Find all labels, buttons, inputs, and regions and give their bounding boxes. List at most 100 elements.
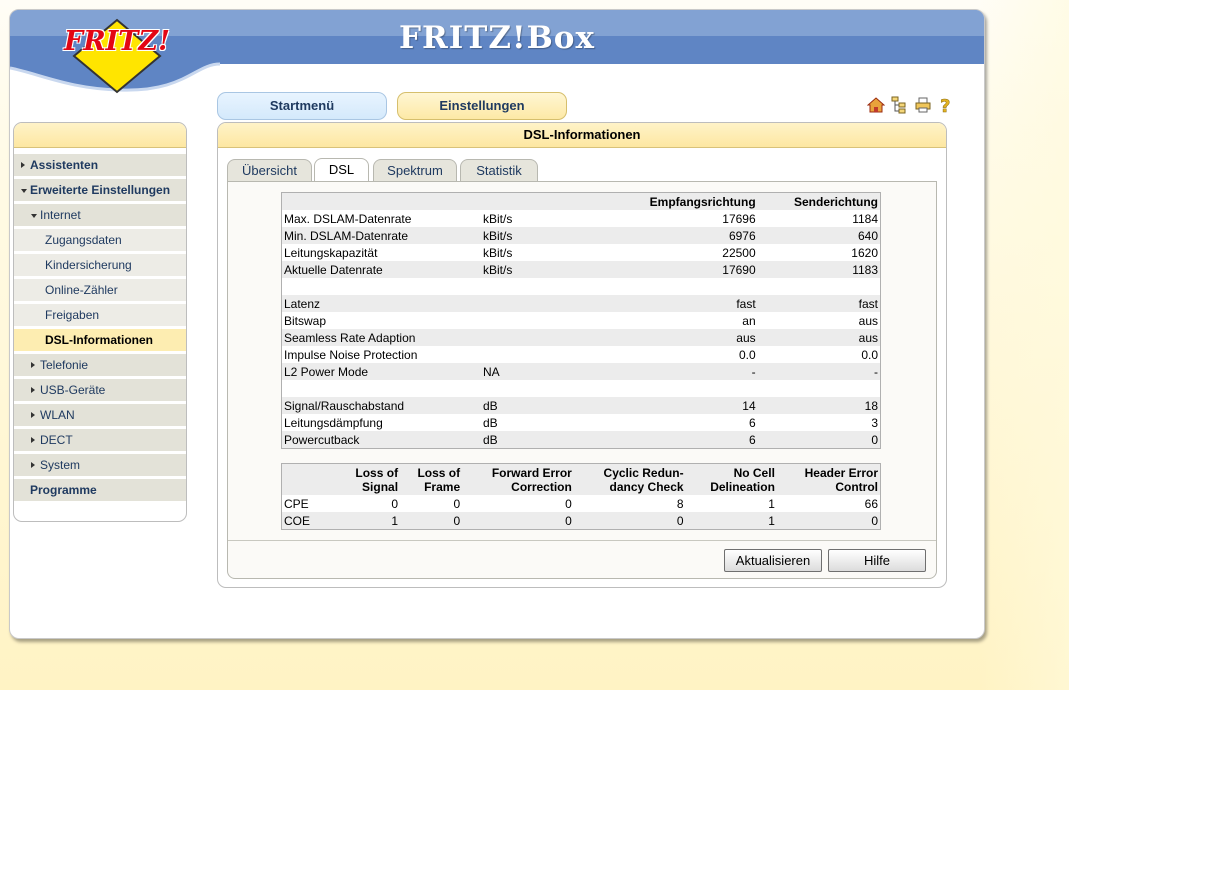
sidebar-menu: Assistenten Erweiterte Einstellungen Inter… [14,154,186,504]
sidebar-item[interactable]: Kindersicherung [14,254,186,276]
sidebar-item[interactable]: Assistenten [14,154,186,176]
sidebar-item-label: Internet [40,208,81,222]
table-cell: 1 [338,512,401,530]
header-line: dancy Check [609,480,684,494]
table-cell: 1183 [757,261,881,278]
spacer-cell [282,278,482,295]
sidebar-item[interactable]: System [14,454,186,476]
table-cell: Leitungsdämpfung [284,415,383,430]
chevron-down-icon [31,214,37,218]
table-cell: 1 [685,512,777,530]
table-cell: aus [858,313,878,328]
table-row: Seamless Rate Adaption aus aus [281,329,881,346]
table-cell: Min. DSLAM-Datenrate [281,227,481,244]
sidebar-item[interactable]: Freigaben [14,304,186,326]
table-cell: 0 [776,512,881,530]
table-cell: Latenz [281,295,481,312]
table-cell: 0 [573,512,686,530]
sidebar-item[interactable]: DECT [14,429,186,451]
table-cell: 640 [757,227,881,244]
sidebar-item[interactable]: DSL-Informationen [14,329,186,351]
sidebar-item[interactable]: Online-Zähler [14,279,186,301]
table-cell: 3 [871,415,878,430]
table-cell: kBit/s [481,261,605,278]
header-line: Control [835,480,878,494]
table-row: L2 Power Mode NA - - [281,363,881,380]
table-cell: dB [483,415,498,430]
help-icon[interactable]: ? [937,96,955,118]
tab-content: Empfangsrichtung Senderichtung Max. DSLAM-… [227,181,937,579]
header-line: Forward Error [491,466,572,480]
table-cell: 17696 [722,211,756,226]
header-line: Cyclic Redun- [603,466,684,480]
table-row: Max. DSLAM-Datenrate kBit/s 17696 1184 [282,210,881,227]
tab-dsl[interactable]: DSL [314,158,369,182]
table-cell: kBit/s [481,227,605,244]
tab-uebersicht[interactable]: Übersicht [227,159,312,181]
column-header [281,463,338,495]
table-cell: aus [757,329,881,346]
spacer-row [282,380,881,397]
tab-spektrum[interactable]: Spektrum [373,159,457,181]
spacer-cell [481,380,605,397]
column-header: Cyclic Redun-dancy Check [573,463,686,495]
table-cell: COE [281,512,338,530]
sidebar-item-label: DECT [40,433,73,447]
table-cell: 8 [676,496,684,511]
table-cell: Impulse Noise Protection [284,347,418,362]
refresh-button[interactable]: Aktualisieren [724,549,822,572]
table-cell: 66 [864,496,878,511]
table-row: Signal/Rauschabstand dB 14 18 [281,397,881,414]
sidebar-item[interactable]: Telefonie [14,354,186,376]
table-cell: CPE [284,496,309,511]
svg-text:?: ? [940,96,950,114]
table-cell: fast [757,295,881,312]
column-header [481,192,605,210]
sidebar-item[interactable]: Programme [14,479,186,501]
table-row: Latenz fast fast [281,295,881,312]
table-cell [481,329,605,346]
table-cell: 1184 [852,211,878,226]
sidebar-item[interactable]: USB-Geräte [14,379,186,401]
table-cell: 17690 [605,261,758,278]
table-cell: Seamless Rate Adaption [281,329,481,346]
page-title: DSL-Informationen [218,123,946,148]
table-cell: 0.0 [861,347,878,362]
help-button[interactable]: Hilfe [828,549,926,572]
table-cell: 14 [605,397,758,414]
sidebar-item-label: DSL-Informationen [45,333,153,347]
table-cell: dB [481,397,605,414]
column-header: Forward Error Correction [462,463,574,495]
tab-statistik[interactable]: Statistik [460,159,538,181]
print-icon[interactable] [914,96,932,114]
table-cell: an [742,313,756,328]
header-line: Frame [424,480,461,494]
home-icon[interactable] [866,96,886,114]
table-row: Min. DSLAM-Datenrate kBit/s 6976 640 [281,227,881,244]
table-header-row: Loss of Signal Loss of Frame Forward Error Co… [281,463,881,495]
sidebar-item-label: USB-Geräte [40,383,106,397]
settings-button[interactable]: Einstellungen [397,92,567,120]
column-header: Loss of Signal [338,463,401,495]
sidebar-item[interactable]: WLAN [14,404,186,426]
table-row: Impulse Noise Protection 0.0 0.0 [282,346,881,363]
sidebar-item[interactable]: Erweiterte Einstellungen [14,179,186,201]
table-cell: 0.0 [738,347,756,362]
chevron-right-icon [31,462,35,468]
sidebar-item-label: Zugangsdaten [45,233,122,247]
table-cell: 6976 [605,227,758,244]
column-header: No Cell Delineation [685,463,777,495]
table-cell: kBit/s [483,245,513,260]
chevron-down-icon [21,189,27,193]
sitemap-icon[interactable] [890,96,908,114]
table-cell: 18 [757,397,881,414]
header-line: Loss of [355,466,399,480]
spacer-row [282,278,881,295]
button-bar: Aktualisieren Hilfe [228,540,936,579]
chevron-right-icon [31,412,35,418]
startmenu-button[interactable]: Startmenü [217,92,387,120]
sidebar-item[interactable]: Internet [14,204,186,226]
spacer-cell [481,278,605,295]
table-cell: Max. DSLAM-Datenrate [284,211,412,226]
sidebar-item[interactable]: Zugangsdaten [14,229,186,251]
